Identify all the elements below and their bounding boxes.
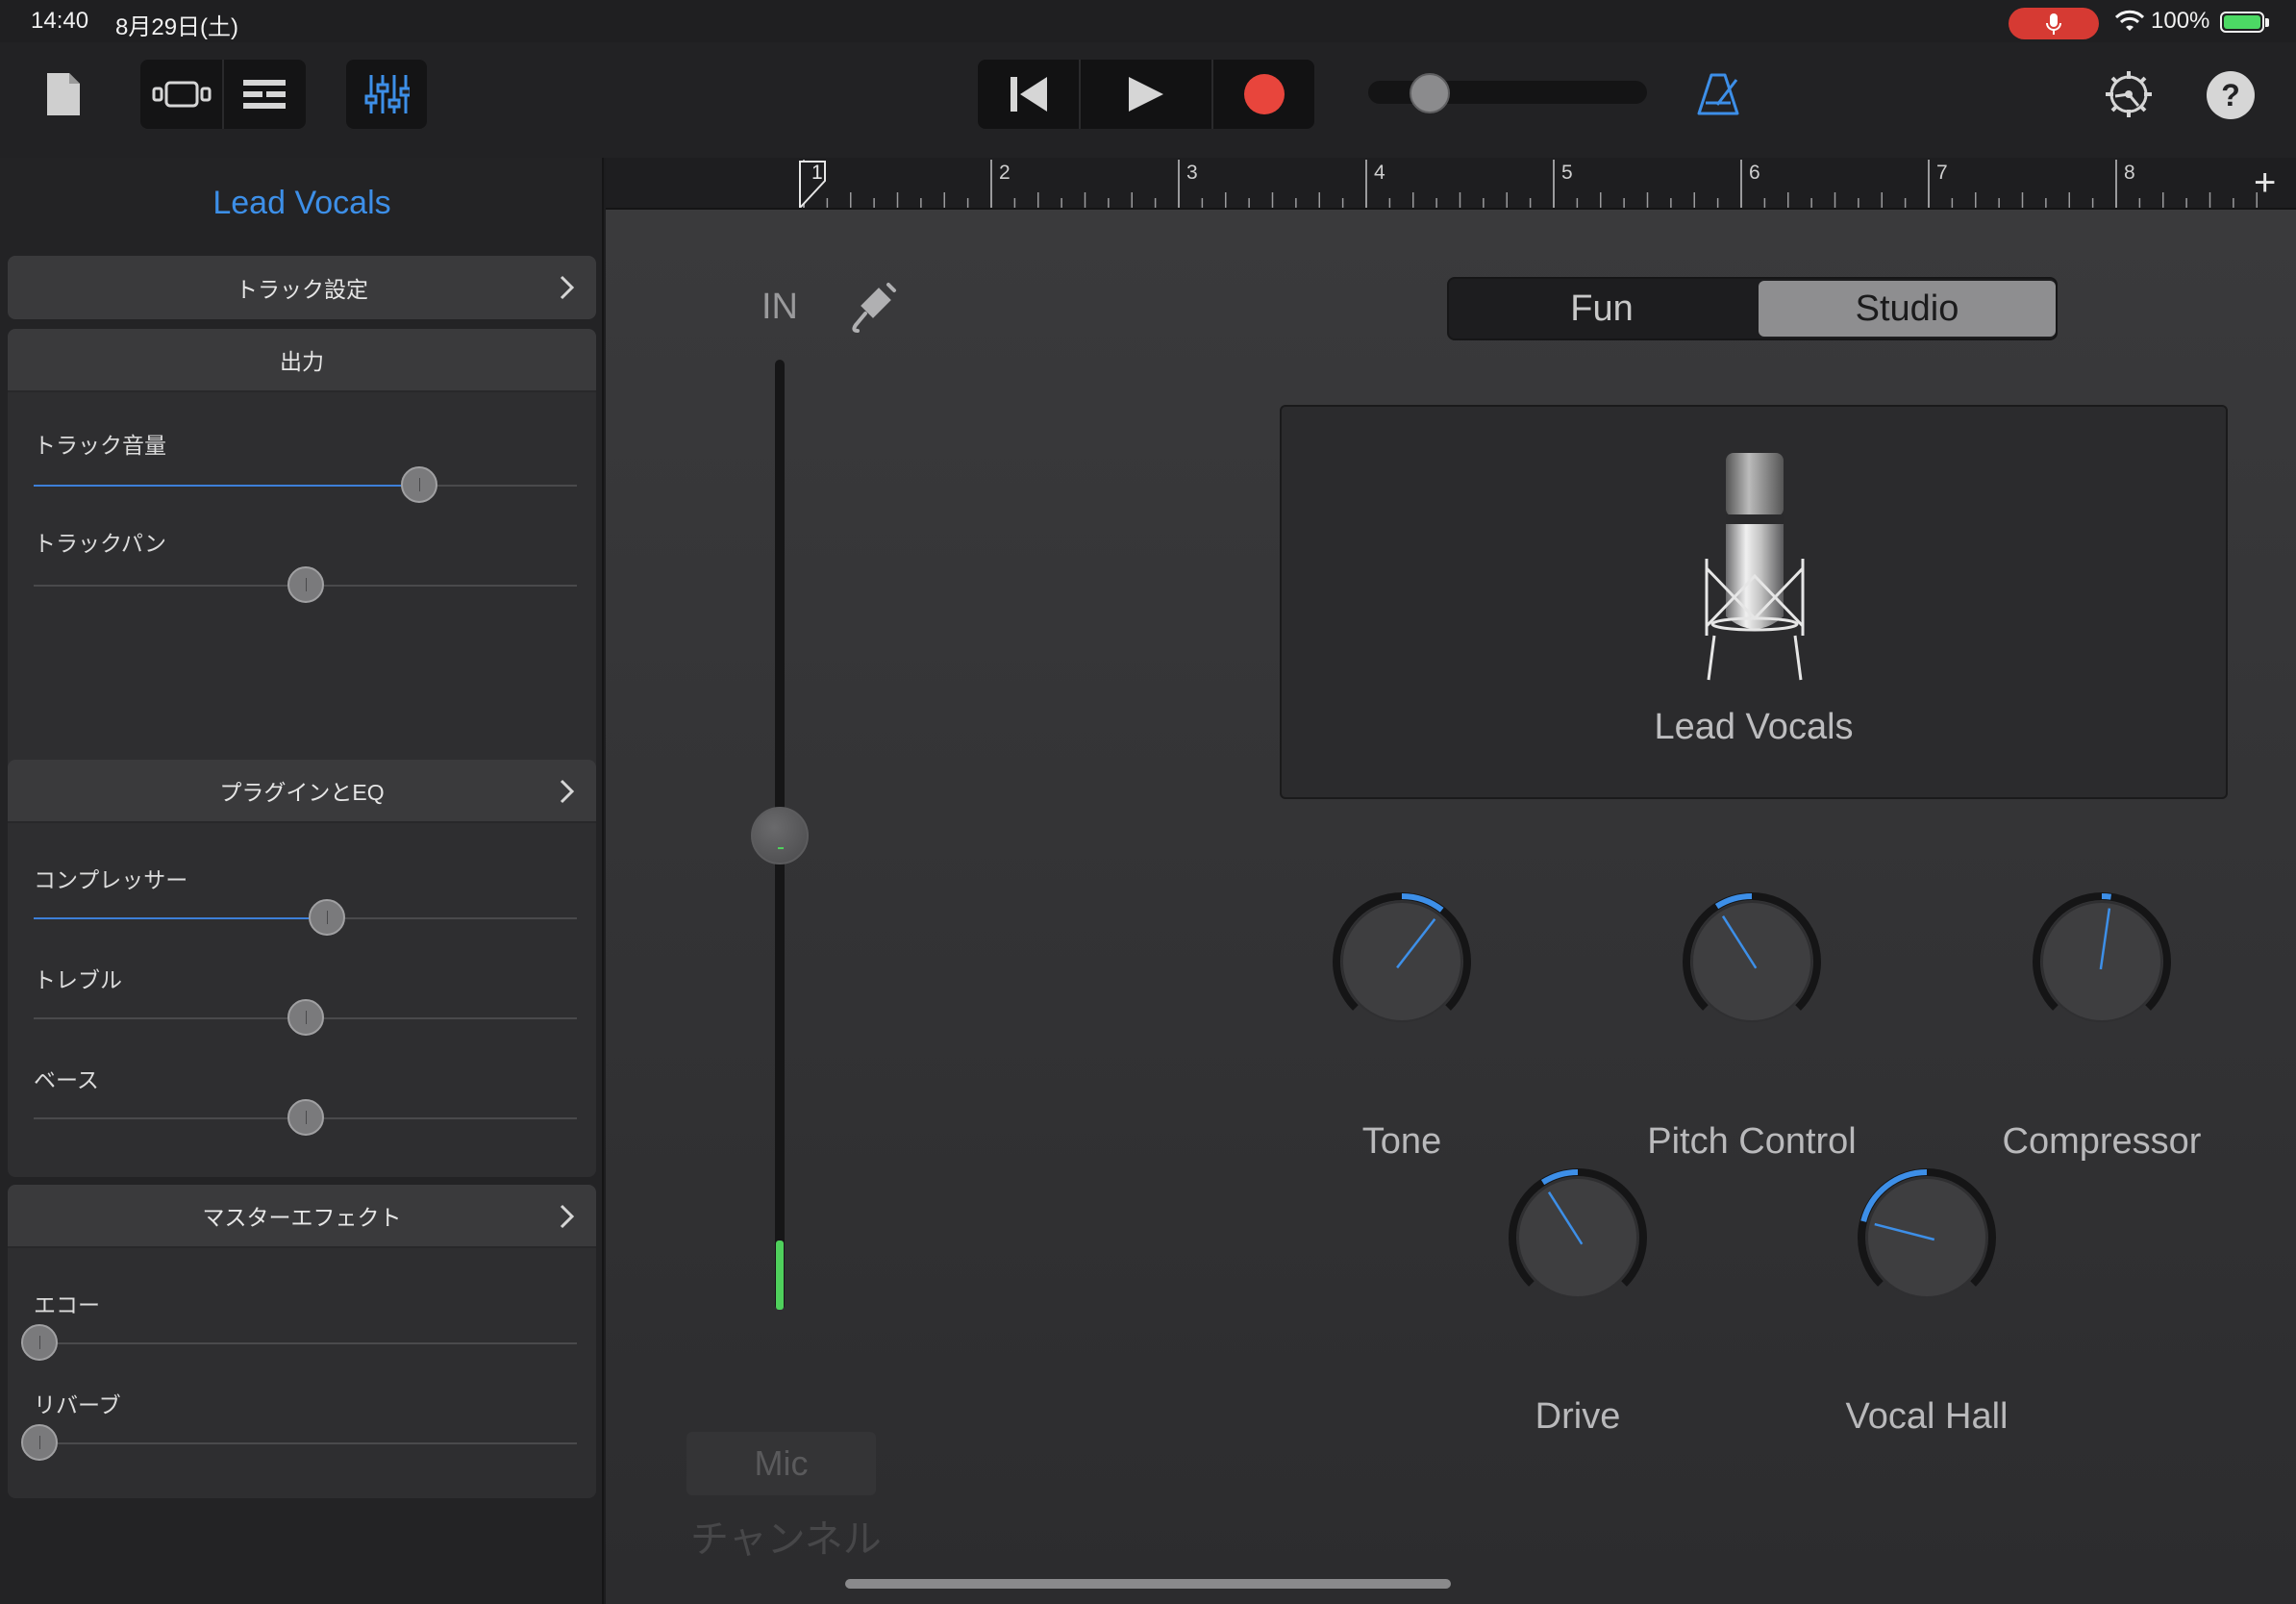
- input-cable-icon[interactable]: [850, 281, 898, 335]
- echo-thumb[interactable]: [21, 1324, 58, 1361]
- studio-microphone-icon: [1705, 453, 1805, 681]
- document-icon[interactable]: [38, 63, 88, 125]
- view-toggle-group: [140, 60, 306, 129]
- knob-tone[interactable]: [1330, 890, 1474, 1034]
- status-bar: 14:40 8月29日(土) 100%: [0, 0, 2296, 42]
- ruler-bar-number: 7: [1936, 162, 1948, 184]
- studio-tab[interactable]: Studio: [1759, 281, 2056, 337]
- track-volume-label: トラック音量: [34, 433, 166, 458]
- channel-label: チャンネル: [690, 1518, 882, 1561]
- chevron-right-icon: [560, 1204, 575, 1229]
- chevron-right-icon: [560, 779, 575, 804]
- knob-label: Pitch Control: [1647, 1121, 1857, 1162]
- track-inspector: Lead Vocals トラック設定 出力 トラック音量 トラックパン プラグイ…: [0, 158, 604, 1604]
- mixer-icon[interactable]: [346, 60, 427, 129]
- compressor-slider[interactable]: [34, 899, 577, 936]
- track-pan-thumb[interactable]: [287, 566, 324, 603]
- knob-drive[interactable]: [1506, 1165, 1650, 1310]
- live-loops-icon[interactable]: [223, 60, 306, 129]
- knob-label: Compressor: [2002, 1121, 2202, 1162]
- metronome-icon[interactable]: [1694, 65, 1742, 123]
- transport-controls: [978, 60, 1314, 129]
- inspector-title: Lead Vocals: [212, 185, 391, 221]
- chevron-right-icon: [560, 275, 575, 300]
- tracks-view-icon[interactable]: [140, 60, 223, 129]
- knob-value-arc: [2101, 893, 2112, 900]
- mode-segmented-control: Fun Studio: [1447, 277, 2058, 340]
- ruler-bar-number: 2: [999, 162, 1011, 184]
- wifi-icon: [2115, 10, 2144, 31]
- patch-display[interactable]: Lead Vocals: [1280, 405, 2228, 799]
- status-time: 14:40: [31, 8, 89, 34]
- output-header: 出力: [280, 349, 324, 374]
- master-effects-header: マスターエフェクト: [202, 1205, 402, 1230]
- track-volume-thumb[interactable]: [401, 466, 438, 503]
- knob-compressor[interactable]: [2030, 890, 2174, 1034]
- play-icon[interactable]: [1081, 60, 1211, 129]
- track-settings-button[interactable]: トラック設定: [8, 256, 596, 319]
- knob-label: Tone: [1361, 1121, 1442, 1162]
- battery-icon: [2220, 12, 2269, 33]
- track-volume-slider[interactable]: [34, 466, 577, 503]
- compressor-thumb[interactable]: [309, 899, 346, 936]
- master-effects-button[interactable]: マスターエフェクト: [8, 1185, 596, 1248]
- compressor-label: コンプレッサー: [34, 867, 188, 892]
- help-icon[interactable]: ?: [2207, 71, 2255, 119]
- input-level-bar: [776, 1241, 784, 1310]
- plugins-eq-header: プラグインとEQ: [219, 780, 385, 805]
- knob-label: Drive: [1535, 1396, 1621, 1437]
- ruler-ticks: 123456781: [799, 160, 2258, 208]
- patch-name: Lead Vocals: [1654, 707, 1854, 747]
- rewind-icon[interactable]: [978, 60, 1079, 129]
- bass-thumb[interactable]: [287, 1099, 324, 1136]
- reverb-slider[interactable]: [21, 1424, 577, 1461]
- knob-label: Vocal Hall: [1845, 1396, 2009, 1437]
- ruler-bar-number: 5: [1561, 162, 1573, 184]
- echo-slider[interactable]: [21, 1324, 577, 1361]
- microphone-indicator-icon: [2009, 8, 2099, 39]
- home-indicator[interactable]: [845, 1579, 1451, 1589]
- ruler-bar-number: 4: [1374, 162, 1385, 184]
- knob-vocal-hall[interactable]: [1855, 1165, 1999, 1310]
- knob-pitch-control[interactable]: [1680, 890, 1824, 1034]
- ruler-bar-number: 6: [1749, 162, 1760, 184]
- bass-slider[interactable]: [34, 1099, 577, 1136]
- input-label: IN: [761, 287, 798, 327]
- bass-label: ベース: [34, 1067, 99, 1092]
- track-pan-slider[interactable]: [34, 566, 577, 603]
- fun-tab[interactable]: Fun: [1449, 279, 1755, 338]
- treble-thumb[interactable]: [287, 999, 324, 1036]
- ruler-bar-number: 3: [1186, 162, 1198, 184]
- reverb-thumb[interactable]: [21, 1424, 58, 1461]
- track-pan-label: トラックパン: [34, 531, 166, 556]
- battery-percent: 100%: [2151, 8, 2210, 34]
- settings-icon[interactable]: [2102, 67, 2156, 121]
- master-effects-panel: マスターエフェクト エコー リバーブ: [8, 1185, 596, 1498]
- treble-label: トレブル: [34, 967, 122, 992]
- echo-label: エコー: [34, 1292, 100, 1317]
- toolbar: ?: [0, 42, 2296, 158]
- add-section-button[interactable]: +: [2254, 162, 2276, 205]
- plugins-eq-button[interactable]: プラグインとEQ: [8, 760, 596, 823]
- record-icon[interactable]: [1213, 60, 1314, 129]
- input-gain-knob[interactable]: [751, 807, 809, 865]
- ruler-bar-number: 8: [2124, 162, 2135, 184]
- track-settings-label: トラック設定: [236, 277, 368, 302]
- status-date: 8月29日(土): [115, 14, 239, 40]
- mic-button[interactable]: Mic: [686, 1432, 876, 1495]
- timeline-ruler[interactable]: 123456781: [606, 158, 2296, 210]
- treble-slider[interactable]: [34, 999, 577, 1036]
- reverb-label: リバーブ: [34, 1392, 121, 1417]
- playhead-label: 1: [811, 162, 823, 184]
- master-volume-thumb[interactable]: [1410, 73, 1450, 113]
- plugins-eq-panel: プラグインとEQ コンプレッサー トレブル ベース: [8, 760, 596, 1177]
